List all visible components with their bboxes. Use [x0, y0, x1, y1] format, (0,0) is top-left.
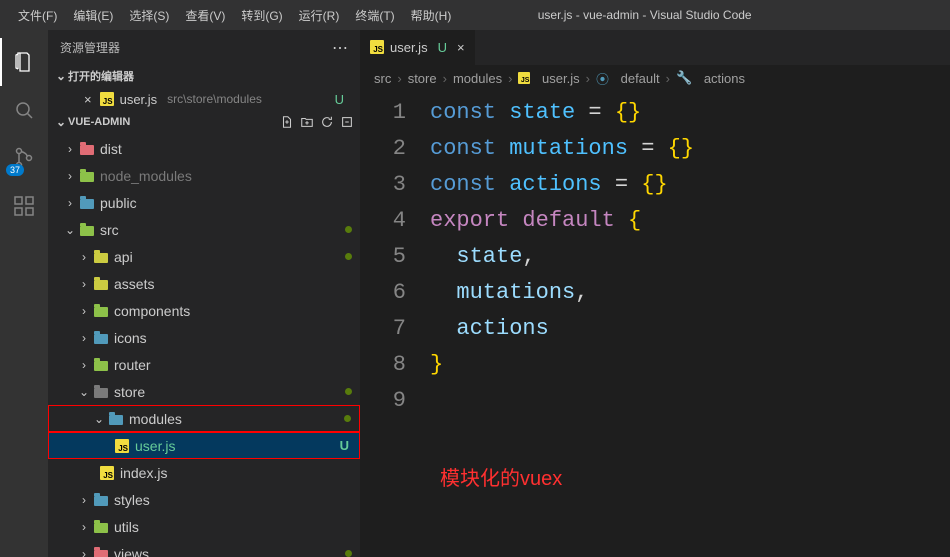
tree-folder-store[interactable]: ⌄store: [48, 378, 360, 405]
menu-run[interactable]: 运行(R): [291, 1, 348, 30]
tab-user-js[interactable]: JS user.js U ×: [360, 30, 476, 65]
breadcrumb-src[interactable]: src: [374, 71, 391, 86]
tree-folder-modules[interactable]: ⌄modules: [48, 405, 360, 432]
line-numbers: 123456789: [360, 91, 430, 557]
tree-folder-router[interactable]: ›router: [48, 351, 360, 378]
tree-folder-styles[interactable]: ›styles: [48, 486, 360, 513]
tree-folder-icons[interactable]: ›icons: [48, 324, 360, 351]
chevron-down-icon: ⌄: [54, 69, 68, 83]
tree-folder-public[interactable]: ›public: [48, 189, 360, 216]
menu-go[interactable]: 转到(G): [233, 1, 290, 30]
js-file-icon: JS: [370, 40, 384, 55]
extensions-icon[interactable]: [0, 182, 48, 230]
breadcrumb: src› store› modules› JS user.js› ⦿ defau…: [360, 65, 950, 91]
open-editor-item[interactable]: × JS user.js src\store\modules U: [48, 87, 360, 111]
tree-folder-src[interactable]: ⌄src: [48, 216, 360, 243]
file-tree: ›dist ›node_modules ›public ⌄src ›api ›a…: [48, 133, 360, 557]
collapse-icon[interactable]: [340, 115, 354, 129]
open-editor-status: U: [335, 92, 352, 107]
tab-status: U: [438, 40, 447, 55]
menu-view[interactable]: 查看(V): [177, 1, 233, 30]
new-file-icon[interactable]: [280, 115, 294, 129]
open-editor-filename: user.js: [120, 92, 158, 107]
explorer-icon[interactable]: [0, 38, 48, 86]
tree-folder-node-modules[interactable]: ›node_modules: [48, 162, 360, 189]
breadcrumb-file[interactable]: JS user.js: [518, 71, 579, 86]
window-title: user.js - vue-admin - Visual Studio Code: [459, 8, 950, 22]
scm-badge: 37: [6, 164, 24, 176]
menu-selection[interactable]: 选择(S): [121, 1, 177, 30]
explorer-panel: 资源管理器 ⋯ ⌄ 打开的编辑器 × JS user.js src\store\…: [48, 30, 360, 557]
close-icon[interactable]: ×: [457, 40, 465, 55]
open-editors-label: 打开的编辑器: [68, 68, 354, 84]
tree-file-index-js[interactable]: JSindex.js: [48, 459, 360, 486]
search-icon[interactable]: [0, 86, 48, 134]
breadcrumb-actions[interactable]: 🔧 actions: [676, 70, 745, 86]
menu-edit[interactable]: 编辑(E): [65, 1, 121, 30]
tree-folder-dist[interactable]: ›dist: [48, 135, 360, 162]
menu-help[interactable]: 帮助(H): [403, 1, 460, 30]
menu-bar: 文件(F) 编辑(E) 选择(S) 查看(V) 转到(G) 运行(R) 终端(T…: [0, 1, 459, 30]
breadcrumb-modules[interactable]: modules: [453, 71, 502, 86]
menu-terminal[interactable]: 终端(T): [347, 1, 402, 30]
explorer-more-icon[interactable]: ⋯: [332, 38, 348, 58]
project-label: VUE-ADMIN: [68, 116, 280, 128]
explorer-title: 资源管理器: [60, 39, 332, 56]
project-header[interactable]: ⌄ VUE-ADMIN: [48, 111, 360, 133]
activity-bar: 37: [0, 30, 48, 557]
annotation-text: 模块化的vuex: [440, 461, 562, 497]
refresh-icon[interactable]: [320, 115, 334, 129]
code-editor[interactable]: 123456789 const state = {}const mutation…: [360, 91, 950, 557]
source-control-icon[interactable]: 37: [0, 134, 48, 182]
open-editor-path: src\store\modules: [167, 92, 262, 106]
breadcrumb-default[interactable]: ⦿ default: [596, 69, 660, 88]
tree-folder-views[interactable]: ›views: [48, 540, 360, 557]
breadcrumb-store[interactable]: store: [408, 71, 437, 86]
tree-folder-utils[interactable]: ›utils: [48, 513, 360, 540]
tree-folder-api[interactable]: ›api: [48, 243, 360, 270]
editor-tabs: JS user.js U ×: [360, 30, 950, 65]
chevron-down-icon: ⌄: [54, 115, 68, 129]
tree-folder-assets[interactable]: ›assets: [48, 270, 360, 297]
new-folder-icon[interactable]: [300, 115, 314, 129]
menu-file[interactable]: 文件(F): [10, 1, 65, 30]
tree-folder-components[interactable]: ›components: [48, 297, 360, 324]
js-file-icon: JS: [100, 92, 114, 107]
tab-filename: user.js: [390, 40, 428, 55]
explorer-header: 资源管理器 ⋯: [48, 30, 360, 65]
tree-file-user-js[interactable]: JSuser.jsU: [48, 432, 360, 459]
editor-area: JS user.js U × src› store› modules› JS u…: [360, 30, 950, 557]
open-editors-header[interactable]: ⌄ 打开的编辑器: [48, 65, 360, 87]
titlebar: 文件(F) 编辑(E) 选择(S) 查看(V) 转到(G) 运行(R) 终端(T…: [0, 0, 950, 30]
close-icon[interactable]: ×: [84, 92, 92, 107]
